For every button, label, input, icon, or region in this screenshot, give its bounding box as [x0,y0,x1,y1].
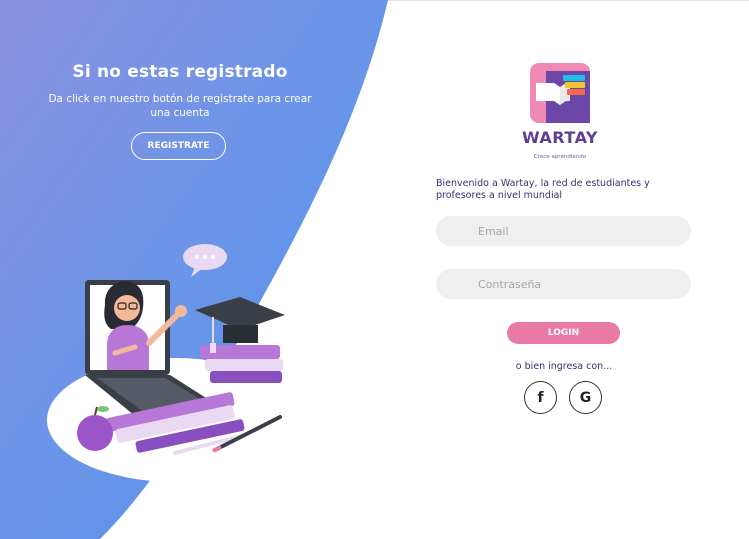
alternative-login-label: o bien ingresa con... [515,361,613,372]
register-title: Si no estas registrado [72,62,288,82]
email-field[interactable] [436,216,691,246]
student-laptop-illustration [47,244,303,482]
facebook-icon: f [537,389,544,406]
facebook-login-button[interactable]: f [524,381,557,414]
register-prompt: Si no estas registrado Da click en nuest… [40,62,320,120]
register-subtitle: Da click en nuestro botón de registrate … [48,93,312,119]
wartay-logo [530,63,590,123]
brand-name: WARTAY [521,128,599,147]
login-page: Si no estas registrado Da click en nuest… [0,0,749,539]
register-button[interactable]: REGISTRATE [131,132,226,160]
password-field[interactable] [436,269,691,299]
login-button[interactable]: LOGIN [507,322,620,344]
google-login-button[interactable]: G [569,381,602,414]
brand-tagline: Crece aprendiendo [533,154,587,160]
welcome-message: Bienvenido a Wartay, la red de estudiant… [436,178,650,201]
google-icon: G [579,389,592,406]
